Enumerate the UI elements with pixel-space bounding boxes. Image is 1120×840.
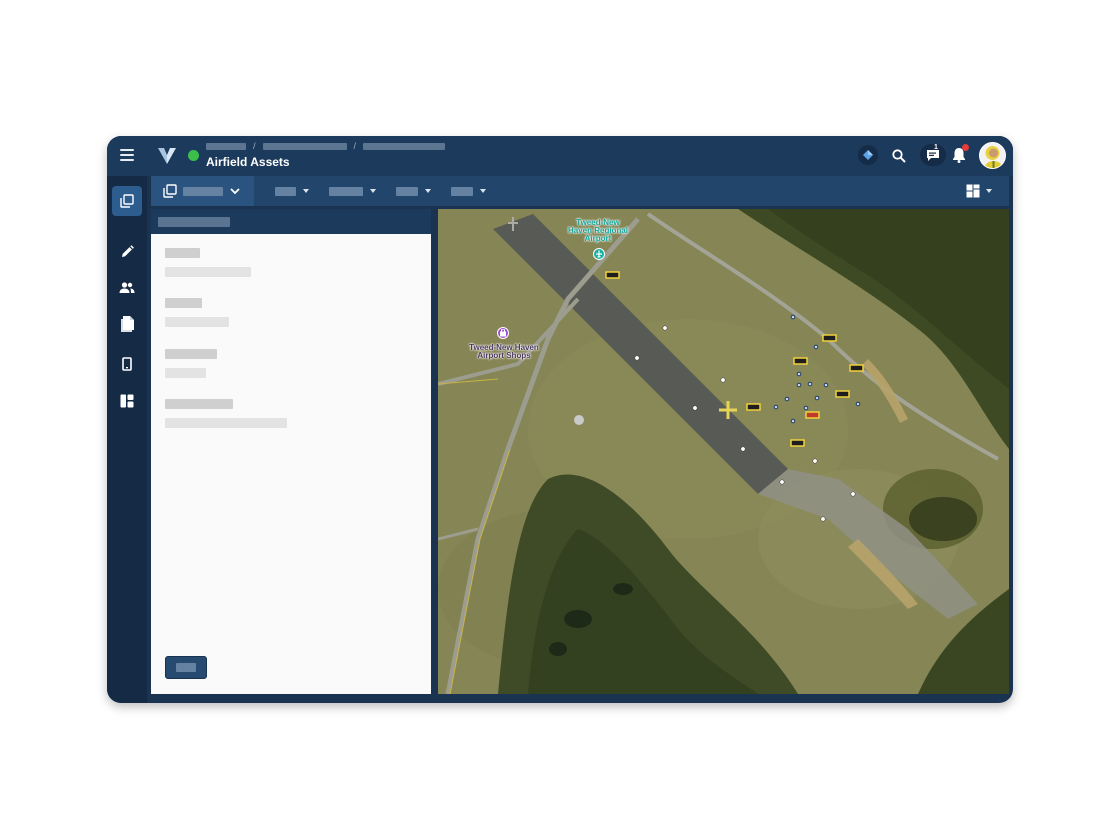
breadcrumb: / / xyxy=(206,141,446,151)
menu-icon[interactable] xyxy=(120,149,134,161)
field-group xyxy=(165,298,229,327)
toolbar-dropdown-3[interactable] xyxy=(396,186,431,196)
breadcrumb-separator: / xyxy=(253,141,256,151)
field-label xyxy=(165,298,202,308)
rail-item-dashboard[interactable] xyxy=(112,386,142,416)
satellite-map[interactable]: Tweed-New Haven Regional Airport Tweed-N… xyxy=(438,209,1009,694)
status-indicator xyxy=(188,150,199,161)
field-value[interactable] xyxy=(165,368,206,378)
field-group xyxy=(165,248,251,277)
copy-icon xyxy=(120,194,134,208)
caret-down-icon xyxy=(303,189,309,193)
field-label xyxy=(165,399,233,409)
app-window: / / Airfield Assets 1 Tweed-New Haven Re… xyxy=(107,136,1013,703)
toolbar-dropdown-1[interactable] xyxy=(275,186,309,196)
copy-icon xyxy=(163,184,177,198)
asset-marker-alert[interactable] xyxy=(805,411,820,419)
chat-icon[interactable]: 1 xyxy=(920,144,946,166)
map-label-shops: Tweed-New Haven Airport Shops xyxy=(469,343,539,360)
caret-down-icon xyxy=(986,189,992,193)
caret-down-icon xyxy=(425,189,431,193)
field-group xyxy=(165,349,217,378)
field-value[interactable] xyxy=(165,418,287,428)
rail-item-edit[interactable] xyxy=(112,237,142,267)
airplane-icon[interactable] xyxy=(593,248,605,260)
search-icon[interactable] xyxy=(889,146,909,166)
toolbar-dropdown-4[interactable] xyxy=(451,186,486,196)
details-panel xyxy=(151,209,431,694)
pencil-icon xyxy=(122,245,134,257)
layout-grid-icon xyxy=(966,184,980,198)
diamond-icon[interactable] xyxy=(858,145,878,165)
toolbar xyxy=(151,176,1009,206)
toolbar-dropdown-2[interactable] xyxy=(329,186,376,196)
caret-down-icon xyxy=(480,189,486,193)
rail-item-documents[interactable] xyxy=(112,309,142,339)
notification-dot xyxy=(962,144,969,151)
field-value[interactable] xyxy=(165,267,251,277)
field-label xyxy=(165,248,200,258)
field-group xyxy=(165,399,287,428)
rail-item-users[interactable] xyxy=(112,272,142,302)
rail-item-layers[interactable] xyxy=(112,186,142,216)
view-selector[interactable] xyxy=(151,176,254,206)
bell-icon[interactable] xyxy=(948,144,970,166)
breadcrumb-separator: / xyxy=(353,141,357,151)
avatar[interactable] xyxy=(979,142,1006,169)
view-selector-label xyxy=(183,186,223,196)
chevron-down-icon xyxy=(230,187,240,194)
tablet-icon xyxy=(122,357,132,371)
layout-selector[interactable] xyxy=(966,183,998,199)
field-label xyxy=(165,349,217,359)
panel-action-button[interactable] xyxy=(165,656,207,679)
dashboard-icon xyxy=(120,394,134,408)
field-value[interactable] xyxy=(165,317,229,327)
breadcrumb-item-1[interactable] xyxy=(206,142,246,150)
chat-unread-badge: 1 xyxy=(934,144,938,151)
map-label-airport: Tweed-New Haven Regional Airport xyxy=(567,218,628,243)
top-header: / / Airfield Assets 1 xyxy=(107,136,1013,176)
shopping-bag-icon[interactable] xyxy=(497,327,509,339)
breadcrumb-item-2[interactable] xyxy=(262,142,347,150)
users-icon xyxy=(119,281,135,293)
panel-header xyxy=(151,209,431,234)
rail-item-device[interactable] xyxy=(112,349,142,379)
page-title: Airfield Assets xyxy=(206,155,290,169)
caret-down-icon xyxy=(370,189,376,193)
logo-icon[interactable] xyxy=(157,146,177,166)
breadcrumb-item-3[interactable] xyxy=(363,142,446,150)
document-icon xyxy=(121,316,134,332)
nav-rail xyxy=(107,176,147,703)
